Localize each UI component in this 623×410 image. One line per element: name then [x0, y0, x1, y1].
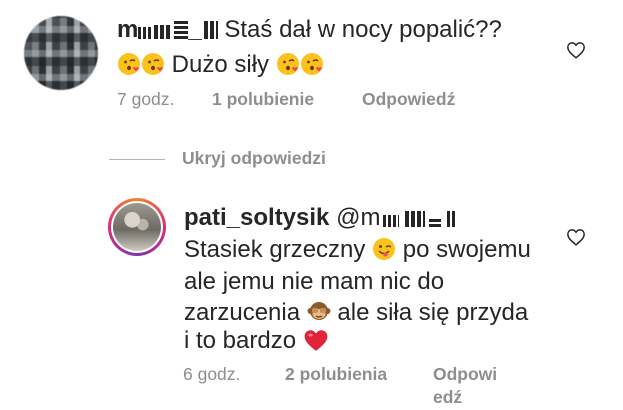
comment-body: pati_soltysik @m — [184, 202, 458, 233]
comment-time: 6 godz. — [183, 364, 241, 384]
divider — [109, 159, 165, 160]
comment-text-line: Stasiek grzeczny po swojemu — [184, 236, 531, 263]
reply-button[interactable]: Odpowiedź — [362, 89, 455, 110]
comment-time: 7 godz. — [117, 89, 175, 109]
kissing-heart-emoji — [142, 53, 164, 75]
red-heart-emoji — [304, 330, 328, 351]
kissing-heart-emoji — [118, 53, 140, 75]
likes-count[interactable]: 2 polubienia — [285, 364, 387, 385]
comment-body-line2: Dużo siły — [117, 49, 324, 80]
heart-outline-icon[interactable] — [566, 41, 586, 59]
hide-replies-button[interactable]: Ukryj odpowiedzi — [182, 148, 326, 169]
comment-username[interactable]: pati_soltysik — [184, 204, 329, 231]
likes-count[interactable]: 1 polubienie — [212, 89, 314, 110]
comment-text-line: ale jemu nie mam nic do — [184, 268, 445, 295]
kissing-heart-emoji — [300, 53, 323, 75]
comment-body: m _ Staś dał w nocy popalić?? — [117, 14, 502, 45]
see-no-evil-monkey-emoji — [307, 302, 331, 320]
reply-button[interactable]: Odpowi — [433, 364, 497, 385]
comment-text-line2: Dużo siły — [165, 51, 276, 78]
avatar[interactable] — [108, 198, 166, 256]
comment-text: Staś dał w nocy popalić?? — [217, 16, 502, 43]
winking-tongue-emoji — [373, 238, 396, 260]
mention-link[interactable]: @m — [336, 204, 458, 231]
kissing-heart-emoji — [276, 53, 299, 75]
avatar[interactable] — [24, 16, 98, 90]
heart-outline-icon[interactable] — [566, 228, 586, 246]
comment-username[interactable]: m _ — [117, 16, 218, 43]
comment-text-line: zarzucenia ale siła się przyda — [184, 299, 529, 326]
comment-text-line: i to bardzo — [184, 325, 329, 356]
reply-button-wrap[interactable]: edź — [433, 387, 462, 408]
